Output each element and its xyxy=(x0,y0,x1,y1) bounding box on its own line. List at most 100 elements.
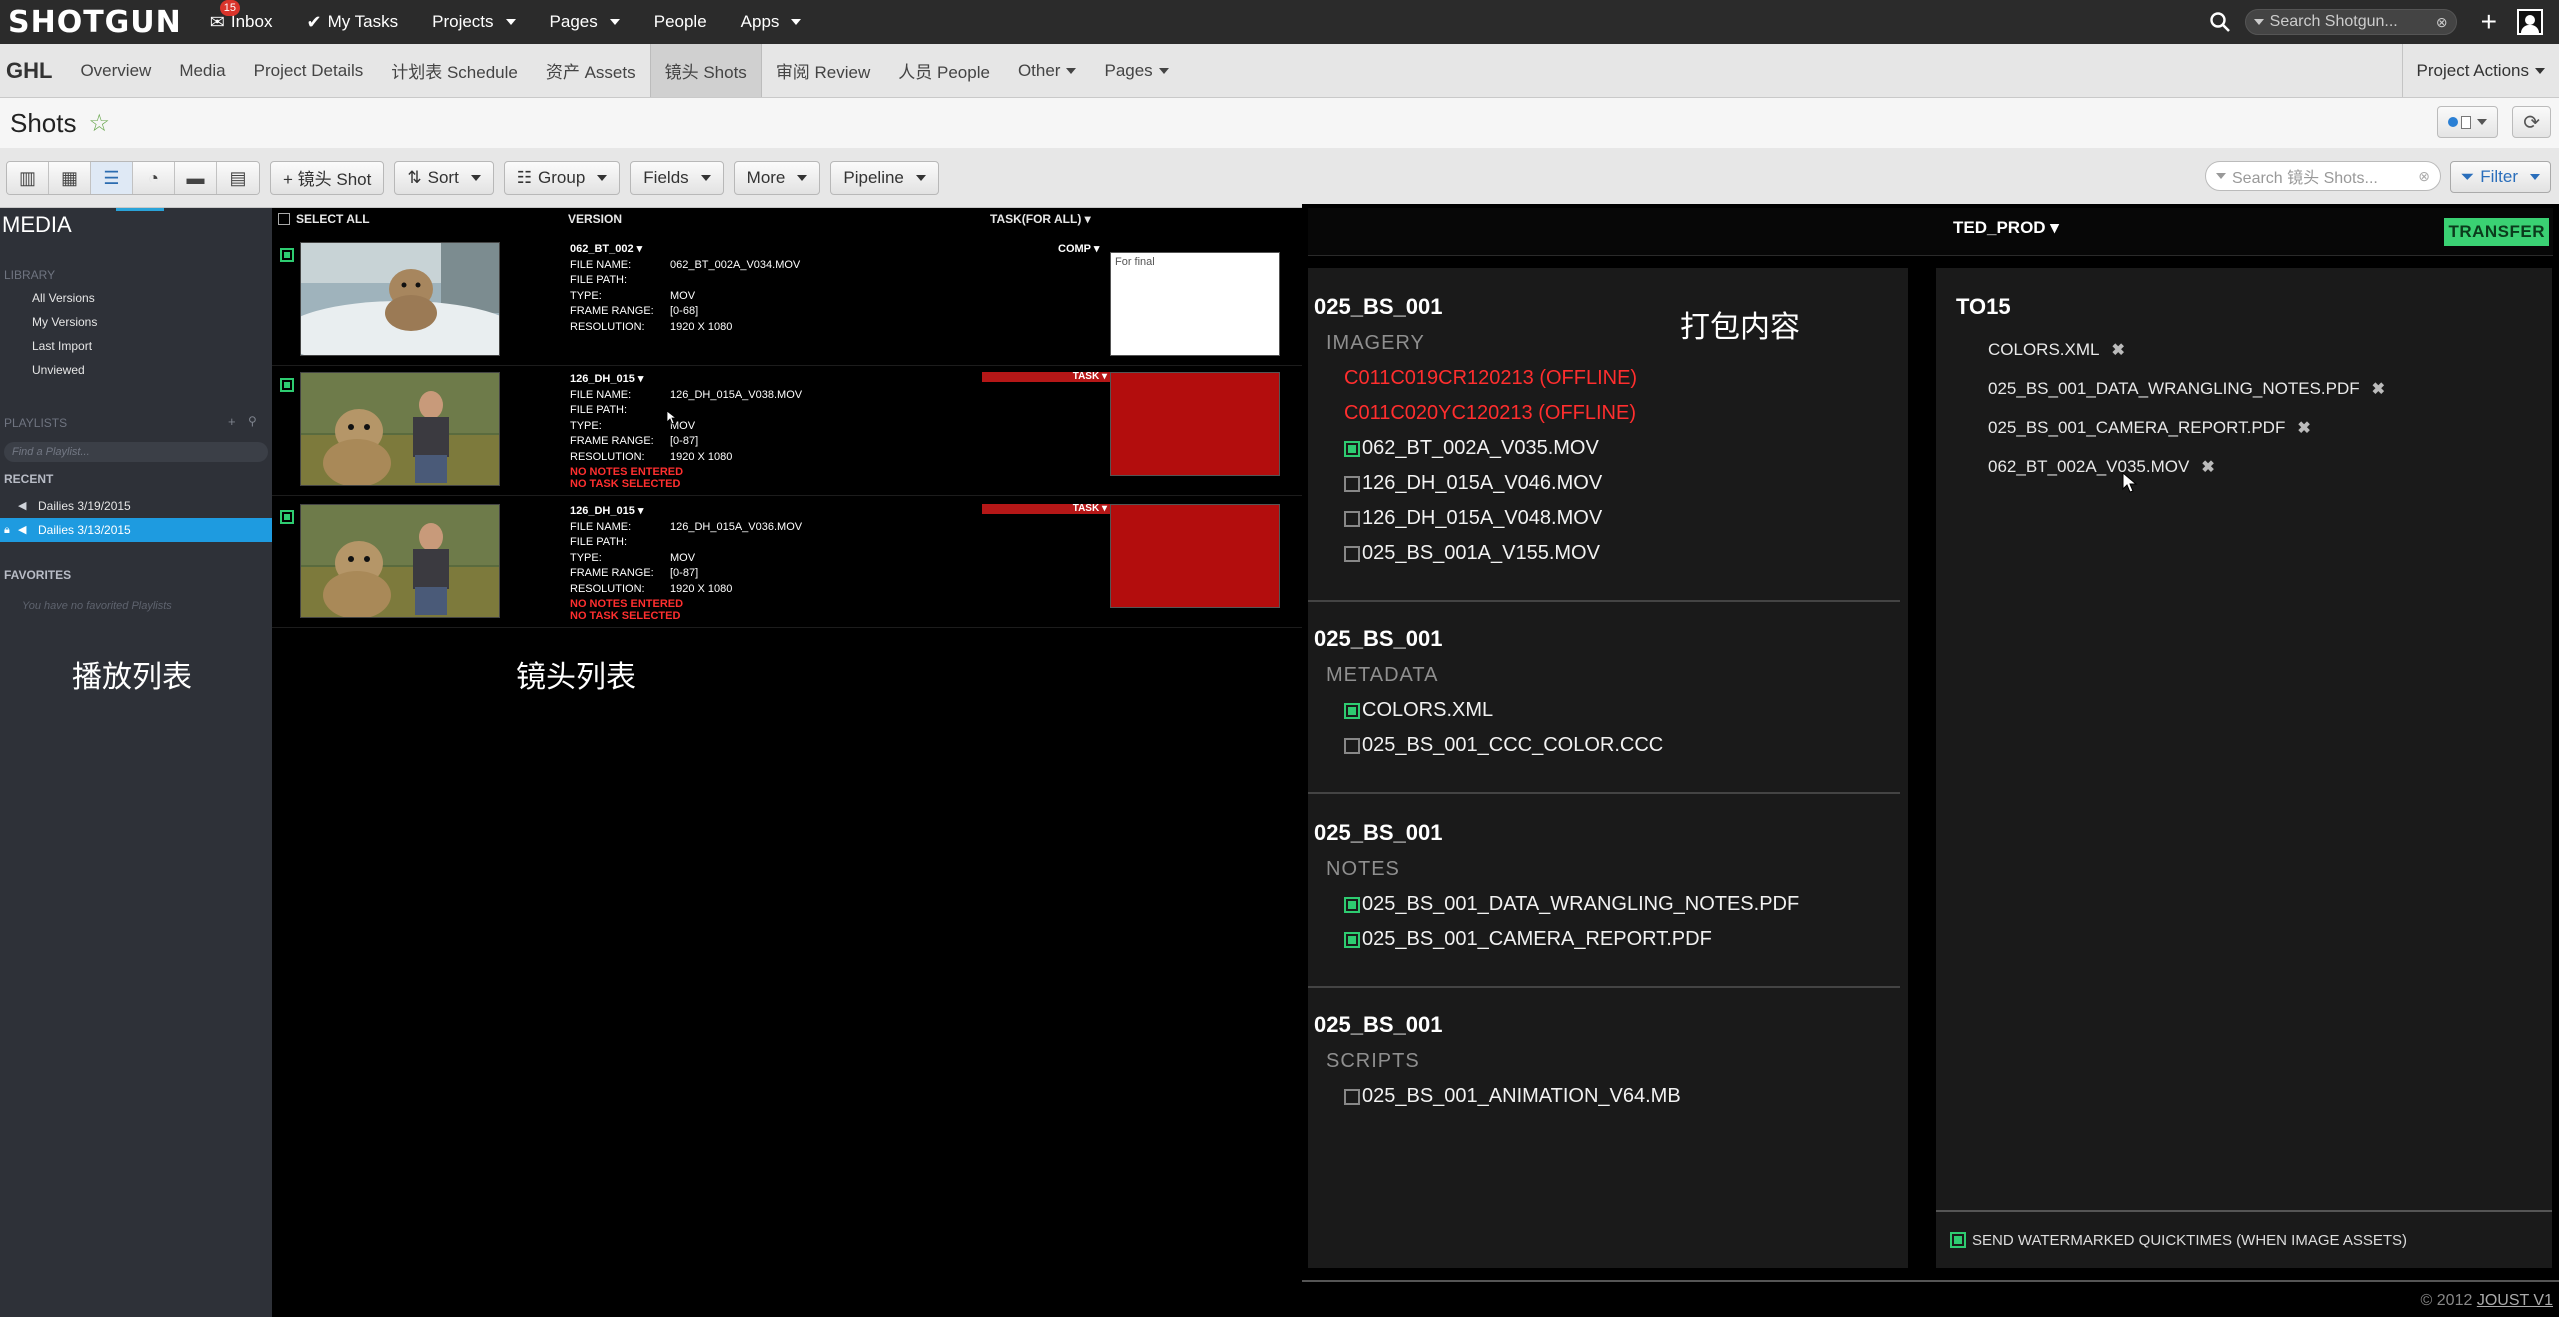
version-thumbnail[interactable] xyxy=(300,242,500,356)
shot-code[interactable]: 126_DH_015 ▾ xyxy=(570,504,950,520)
watermark-option[interactable]: SEND WATERMARKED QUICKTIMES (WHEN IMAGE … xyxy=(1936,1210,2552,1268)
file-checkbox[interactable] xyxy=(1344,545,1360,562)
detail-view-button[interactable]: ▥ xyxy=(7,161,49,194)
library-item-my-versions[interactable]: My Versions xyxy=(0,310,272,334)
file-checkbox[interactable] xyxy=(1344,475,1360,492)
clear-icon[interactable]: ⊗ xyxy=(2436,14,2448,31)
version-link[interactable]: JOUST V1 xyxy=(2477,1292,2553,1309)
version-thumbnail[interactable] xyxy=(300,504,500,618)
refresh-button[interactable]: ⟳ xyxy=(2512,106,2551,138)
tab-shots[interactable]: 镜头 Shots xyxy=(649,44,762,97)
pages-menu[interactable]: Pages xyxy=(550,12,620,32)
file-item[interactable]: 062_BT_002A_V035.MOV xyxy=(1344,431,1900,466)
file-checkbox[interactable] xyxy=(1344,510,1360,527)
remove-icon[interactable]: ✖ xyxy=(2372,379,2385,399)
tab-schedule[interactable]: 计划表 Schedule xyxy=(377,44,532,97)
shots-search-input[interactable]: Search 镜头 Shots... ⊗ xyxy=(2205,161,2441,191)
tab-project-details[interactable]: Project Details xyxy=(240,44,378,97)
file-item[interactable]: 025_BS_001A_V155.MOV xyxy=(1344,536,1900,571)
plus-icon[interactable]: + xyxy=(2481,6,2497,38)
my-tasks-link[interactable]: ✔ My Tasks xyxy=(306,12,398,33)
list-view-button[interactable]: ☰ xyxy=(91,161,133,194)
version-row[interactable]: 062_BT_002 ▾ FILE NAME: 062_BT_002A_V034.… xyxy=(272,236,1302,366)
tab-media[interactable]: Media xyxy=(165,44,239,97)
people-link[interactable]: People xyxy=(654,12,707,32)
project-actions-menu[interactable]: Project Actions xyxy=(2401,44,2559,97)
file-checkbox[interactable] xyxy=(1344,931,1360,948)
file-item[interactable]: 126_DH_015A_V046.MOV xyxy=(1344,466,1900,501)
file-item[interactable]: 025_BS_001_DATA_WRANGLING_NOTES.PDF xyxy=(1344,887,1900,922)
row-checkbox[interactable] xyxy=(280,248,294,262)
add-playlist-icon[interactable]: + xyxy=(228,414,236,429)
remove-icon[interactable]: ✖ xyxy=(2297,418,2310,438)
row-checkbox[interactable] xyxy=(280,378,294,392)
select-all-checkbox[interactable] xyxy=(278,213,290,225)
projects-menu[interactable]: Projects xyxy=(432,12,516,32)
transfer-button[interactable]: TRANSFER xyxy=(2444,218,2549,246)
star-icon[interactable]: ☆ xyxy=(89,109,111,138)
fields-button[interactable]: Fields xyxy=(630,160,724,195)
page-settings-button[interactable] xyxy=(2437,106,2499,138)
task-selector[interactable]: COMP ▾ xyxy=(1058,242,1099,255)
spreadsheet-view-button[interactable]: ▤ xyxy=(217,161,259,194)
status-view-button[interactable]: ◔ xyxy=(133,161,175,194)
shotgun-logo[interactable]: SHOTGUN xyxy=(8,5,182,40)
project-actions-label: Project Actions xyxy=(2416,60,2529,80)
file-item[interactable]: 025_BS_001_CAMERA_REPORT.PDF xyxy=(1344,922,1900,957)
recent-playlist-item[interactable]: ◀ Dailies 3/19/2015 xyxy=(0,494,272,518)
version-thumbnail[interactable] xyxy=(300,372,500,486)
add-shot-button[interactable]: + 镜头 Shot xyxy=(270,160,385,195)
search-playlist-icon[interactable]: ⚲ xyxy=(248,414,257,428)
destination-selector[interactable]: TED_PROD ▾ xyxy=(1953,218,2059,238)
note-field[interactable] xyxy=(1110,504,1280,608)
filter-button[interactable]: ⏷ Filter xyxy=(2449,161,2551,193)
tab-assets[interactable]: 资产 Assets xyxy=(532,44,650,97)
file-item[interactable]: 126_DH_015A_V048.MOV xyxy=(1344,501,1900,536)
more-button[interactable]: More xyxy=(733,160,821,195)
file-checkbox[interactable] xyxy=(1344,440,1360,457)
library-item-last-import[interactable]: Last Import xyxy=(0,334,272,358)
user-avatar[interactable] xyxy=(2517,9,2543,35)
tab-pages[interactable]: Pages xyxy=(1090,44,1182,97)
global-search-input[interactable]: Search Shotgun... ⊗ xyxy=(2244,9,2457,35)
compact-view-button[interactable]: ▬ xyxy=(175,161,217,194)
library-item-all-versions[interactable]: All Versions xyxy=(0,286,272,310)
version-row[interactable]: 126_DH_015 ▾ FILE NAME: 126_DH_015A_V036.… xyxy=(272,498,1302,628)
shot-code[interactable]: 062_BT_002 ▾ xyxy=(570,242,950,258)
apps-menu[interactable]: Apps xyxy=(741,12,802,32)
search-icon[interactable] xyxy=(2209,11,2231,33)
version-row[interactable]: 126_DH_015 ▾ FILE NAME: 126_DH_015A_V038.… xyxy=(272,366,1302,496)
remove-icon[interactable]: ✖ xyxy=(2111,340,2124,360)
file-item[interactable]: 025_BS_001_CCC_COLOR.CCC xyxy=(1344,728,1900,763)
tab-review[interactable]: 审阅 Review xyxy=(762,44,884,97)
file-checkbox[interactable] xyxy=(1344,737,1360,754)
file-checkbox[interactable] xyxy=(1344,702,1360,719)
select-all-label[interactable]: SELECT ALL xyxy=(296,212,370,226)
file-item[interactable]: 025_BS_001_ANIMATION_V64.MB xyxy=(1344,1079,1900,1114)
tab-other[interactable]: Other xyxy=(1004,44,1091,97)
tab-overview[interactable]: Overview xyxy=(66,44,165,97)
row-checkbox[interactable] xyxy=(280,510,294,524)
note-field[interactable] xyxy=(1110,372,1280,476)
remove-icon[interactable]: ✖ xyxy=(2201,457,2214,477)
watermark-checkbox[interactable] xyxy=(1950,1232,1966,1248)
inbox-link[interactable]: ✉ 15 Inbox xyxy=(210,0,272,33)
group-button[interactable]: ☷ Group xyxy=(503,160,621,195)
pipeline-button[interactable]: Pipeline xyxy=(830,160,939,195)
file-checkbox[interactable] xyxy=(1344,896,1360,913)
task-selector[interactable]: TASK ▾ xyxy=(982,504,1110,514)
clear-icon[interactable]: ⊗ xyxy=(2418,168,2430,185)
recent-playlist-item-selected[interactable]: 🔒︎ ◀ Dailies 3/13/2015 xyxy=(0,518,272,542)
project-name[interactable]: GHL xyxy=(0,44,66,97)
note-field[interactable]: For final xyxy=(1110,252,1280,356)
thumbnail-view-button[interactable]: ▦ xyxy=(49,161,91,194)
sort-button[interactable]: ⇅ Sort xyxy=(394,160,494,195)
find-playlist-input[interactable]: Find a Playlist... xyxy=(4,442,268,462)
file-checkbox[interactable] xyxy=(1344,1088,1360,1105)
file-item[interactable]: COLORS.XML xyxy=(1344,693,1900,728)
task-selector[interactable]: TASK ▾ xyxy=(982,372,1110,382)
shot-code[interactable]: 126_DH_015 ▾ xyxy=(570,372,950,388)
tab-people[interactable]: 人员 People xyxy=(884,44,1004,97)
task-column-header[interactable]: TASK(FOR ALL) ▾ xyxy=(990,212,1091,226)
library-item-unviewed[interactable]: Unviewed xyxy=(0,358,272,382)
